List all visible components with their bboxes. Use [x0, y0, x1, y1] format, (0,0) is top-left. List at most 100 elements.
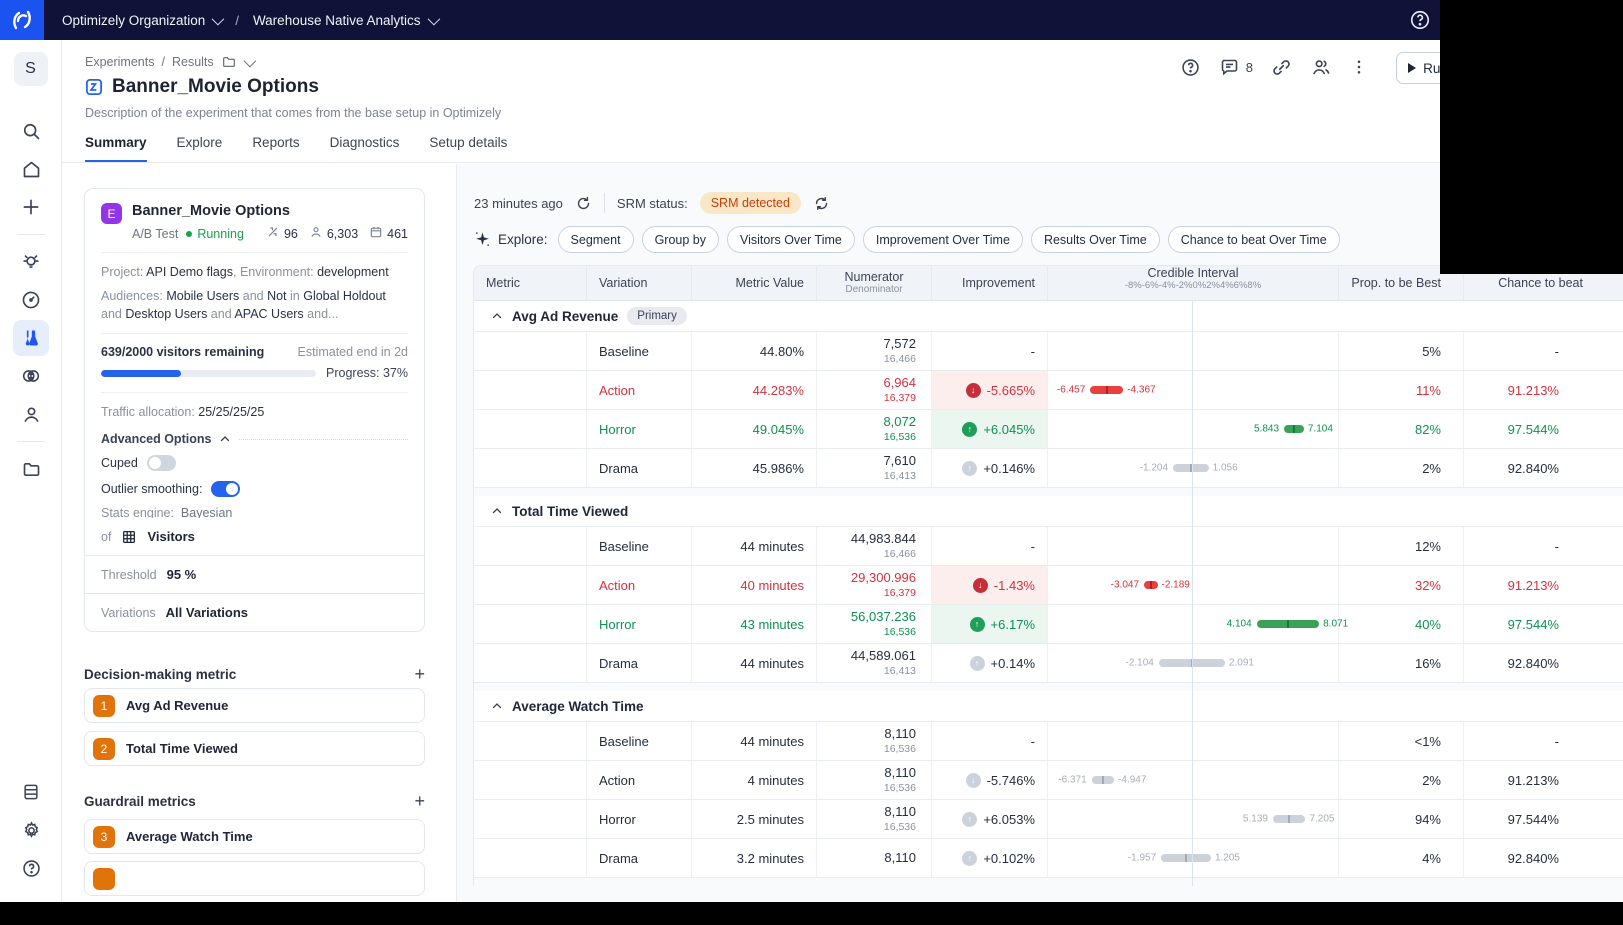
- cell-credible-interval: -2.104 2.091: [1048, 644, 1339, 682]
- folder-icon[interactable]: [221, 54, 237, 70]
- decision-metric-avg-ad-revenue[interactable]: 1 Avg Ad Revenue: [84, 688, 425, 723]
- of-visitors-row[interactable]: of Visitors: [84, 518, 425, 556]
- add-decision-metric-button[interactable]: +: [414, 664, 425, 685]
- metric-group-header-avg-ad-revenue[interactable]: Avg Ad Revenue Primary: [474, 301, 1623, 332]
- experiments-nav-active[interactable]: [0, 319, 62, 357]
- cell-improvement: ↓ -5.746%: [932, 761, 1048, 799]
- denominator-value: 16,379: [883, 586, 916, 599]
- breadcrumb-experiments[interactable]: Experiments: [85, 55, 154, 69]
- explore-button-results-over-time[interactable]: Results Over Time: [1030, 226, 1160, 253]
- optimizely-logo[interactable]: [0, 0, 44, 40]
- cell-metric: [474, 761, 587, 799]
- ci-low-label: -6.371: [1058, 774, 1087, 786]
- metric-order-badge: 2: [93, 737, 115, 760]
- cell-improvement: ↓ -1.43%: [932, 566, 1048, 604]
- tab-setup-details[interactable]: Setup details: [429, 135, 507, 163]
- settings-gear-icon[interactable]: [0, 811, 62, 849]
- ci-zero-gridline: [1192, 301, 1193, 886]
- ci-bar: [1256, 620, 1320, 628]
- app-name: Warehouse Native Analytics: [252, 12, 421, 28]
- kebab-menu-icon[interactable]: [1350, 58, 1368, 76]
- cell-credible-interval: -6.457 -4.367: [1048, 371, 1339, 409]
- header-actions: 8: [1180, 56, 1368, 78]
- metric-group-header-average-watch-time[interactable]: Average Watch Time: [474, 691, 1623, 722]
- data-icon[interactable]: [0, 773, 62, 811]
- cell-credible-interval: [1048, 332, 1339, 370]
- metric-name: Avg Ad Revenue: [126, 698, 229, 713]
- ci-bar-median: [1101, 776, 1104, 784]
- improvement-value: +6.17%: [990, 616, 1035, 632]
- workspace-avatar[interactable]: S: [13, 52, 48, 86]
- org-switcher[interactable]: Optimizely Organization: [62, 12, 225, 28]
- ideas-icon[interactable]: [0, 243, 62, 281]
- chevron-down-icon[interactable]: [243, 54, 256, 67]
- collaborators-icon[interactable]: [1310, 56, 1332, 78]
- cell-metric: [474, 410, 587, 448]
- dashboard-icon[interactable]: [0, 281, 62, 319]
- audiences-icon[interactable]: [0, 357, 62, 395]
- table-row-average-watch-time-action: Action 4 minutes 8,110 16,536 ↓ -5.746% -6.371…: [474, 761, 1623, 800]
- help-circle-icon[interactable]: [1180, 57, 1201, 78]
- help-icon[interactable]: [0, 849, 62, 887]
- cell-chance-to-beat: 92.840%: [1507, 460, 1559, 476]
- tab-diagnostics[interactable]: Diagnostics: [330, 135, 400, 163]
- tab-reports[interactable]: Reports: [252, 135, 299, 163]
- create-icon[interactable]: [0, 188, 62, 226]
- ci-bar: [1090, 386, 1124, 394]
- outlier-smoothing-toggle[interactable]: [211, 480, 241, 497]
- explore-button-improvement-over-time[interactable]: Improvement Over Time: [862, 226, 1023, 253]
- decision-metric-total-time-viewed[interactable]: 2 Total Time Viewed: [84, 731, 425, 766]
- explore-button-group-by[interactable]: Group by: [641, 226, 719, 253]
- denominator-value: 16,379: [883, 391, 916, 404]
- add-guardrail-metric-button[interactable]: +: [414, 791, 425, 812]
- chevron-up-icon: [221, 435, 230, 441]
- rerun-check-icon[interactable]: [813, 195, 830, 212]
- ci-bar: [1284, 425, 1304, 433]
- cell-credible-interval: [1048, 527, 1339, 565]
- cell-prop-to-be-best: 12%: [1339, 527, 1464, 565]
- cuped-toggle[interactable]: [146, 454, 176, 471]
- cell-prop-to-be-best: 2%: [1339, 761, 1464, 799]
- guardrail-metric-cut-off[interactable]: [84, 861, 425, 896]
- home-icon[interactable]: [0, 150, 62, 188]
- cell-chance-to-beat: 97.544%: [1507, 616, 1559, 632]
- cell-credible-interval: -1.204 1.056: [1048, 449, 1339, 487]
- guardrail-metric-average-watch-time[interactable]: 3 Average Watch Time: [84, 819, 425, 854]
- numerator-value: 8,110: [884, 804, 916, 820]
- advanced-options-toggle[interactable]: Advanced Options: [85, 422, 424, 450]
- stat-value: 6,303: [326, 226, 359, 241]
- app-switcher[interactable]: Warehouse Native Analytics: [252, 12, 440, 28]
- tab-summary[interactable]: Summary: [85, 135, 147, 163]
- profile-icon[interactable]: [0, 395, 62, 433]
- cell-chance-to-beat: 91.213%: [1507, 382, 1559, 398]
- numerator-value: 29,300.996: [850, 570, 916, 586]
- numerator-value: 8,110: [884, 765, 916, 781]
- denominator-value: 16,536: [883, 781, 916, 794]
- cell-metric: [474, 527, 587, 565]
- cell-numerator-denominator: 8,072 16,536: [817, 410, 932, 448]
- ci-low-label: -3.047: [1110, 579, 1140, 591]
- share-link-icon[interactable]: [1271, 57, 1292, 78]
- variations-row[interactable]: Variations All Variations: [84, 594, 425, 632]
- cell-prop-to-be-best: 32%: [1339, 566, 1464, 604]
- explore-button-segment[interactable]: Segment: [557, 226, 634, 253]
- breadcrumb-results[interactable]: Results: [172, 55, 214, 69]
- refresh-icon[interactable]: [575, 195, 592, 212]
- blacked-out-region: [0, 902, 1623, 925]
- threshold-row[interactable]: Threshold 95 %: [84, 556, 425, 594]
- metric-group-header-total-time-viewed[interactable]: Total Time Viewed: [474, 496, 1623, 527]
- comments-icon[interactable]: [1219, 57, 1240, 78]
- comment-count: 8: [1245, 59, 1253, 75]
- stat-value: 96: [283, 226, 298, 241]
- col-metric-value: Metric Value: [692, 266, 817, 300]
- metric-order-badge: [93, 867, 115, 890]
- explore-button-chance-to-beat-over-time[interactable]: Chance to beat Over Time: [1167, 226, 1340, 253]
- topbar-help-icon[interactable]: [1409, 9, 1431, 31]
- search-icon[interactable]: [0, 112, 62, 150]
- explore-button-visitors-over-time[interactable]: Visitors Over Time: [726, 226, 855, 253]
- improvement-value: +0.14%: [990, 655, 1035, 671]
- numerator-value: 6,964: [883, 375, 916, 391]
- folder-icon[interactable]: [0, 450, 62, 488]
- tab-explore[interactable]: Explore: [177, 135, 223, 163]
- cell-chance-to-beat: 97.544%: [1507, 811, 1559, 827]
